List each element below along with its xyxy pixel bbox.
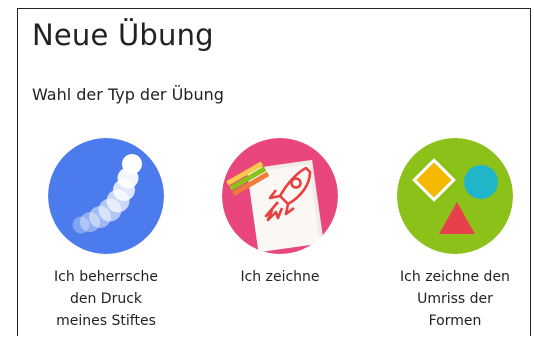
pressure-stroke-icon xyxy=(48,138,164,254)
rocket-drawing-icon xyxy=(222,138,338,254)
option-pen-pressure[interactable]: Ich beherrsche den Druck meines Stiftes xyxy=(26,138,186,332)
option-label: Ich beherrsche den Druck meines Stiftes xyxy=(54,269,158,329)
page-subtitle: Wahl der Typ der Übung xyxy=(32,85,224,104)
page-title: Neue Übung xyxy=(32,18,214,52)
option-drawing[interactable]: Ich zeichne xyxy=(200,138,360,288)
shapes-icon xyxy=(397,138,513,254)
option-shape-outline[interactable]: Ich zeichne den Umriss der Formen xyxy=(375,138,534,332)
option-label: Ich zeichne xyxy=(240,269,320,285)
option-label: Ich zeichne den Umriss der Formen xyxy=(400,269,510,329)
